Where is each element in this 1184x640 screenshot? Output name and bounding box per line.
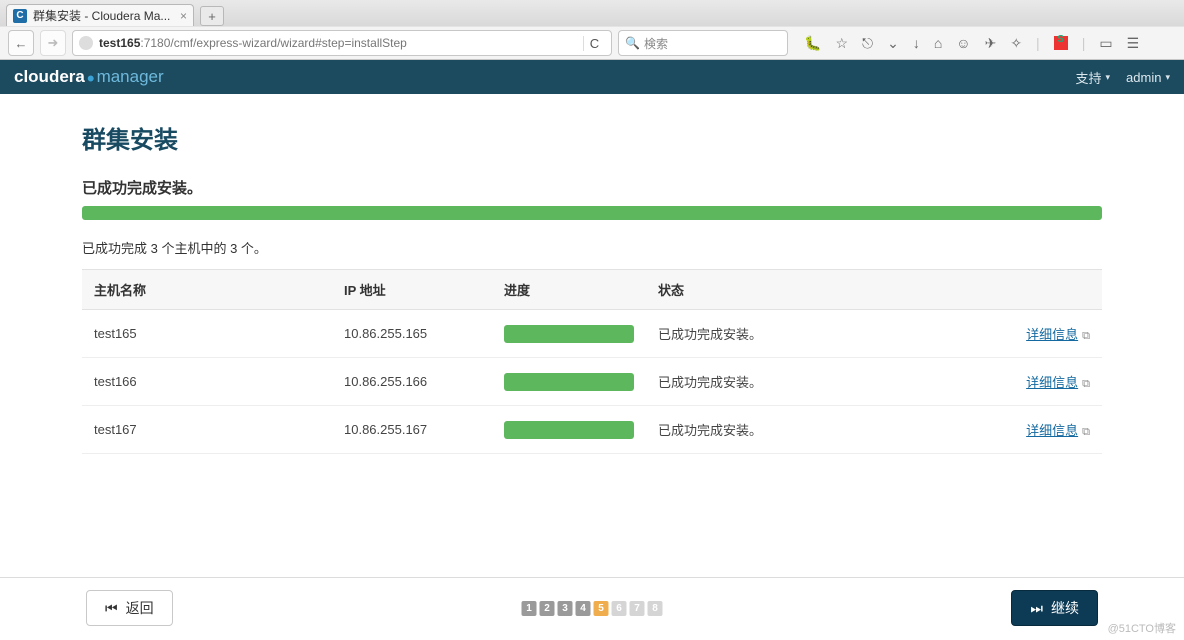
reload-icon[interactable]: C (583, 36, 605, 51)
admin-menu[interactable]: admin▾ (1126, 68, 1170, 87)
bookmark-star-icon[interactable]: ☆ (835, 35, 848, 52)
cell-ip: 10.86.255.165 (332, 310, 492, 358)
window-icon[interactable]: ▭ (1099, 35, 1112, 52)
download-icon[interactable]: ↓ (913, 35, 920, 51)
overall-progress-bar (82, 206, 1102, 220)
col-header-status[interactable]: 状态 (646, 270, 982, 310)
library-icon[interactable]: ⎋ (862, 35, 873, 52)
home-icon[interactable]: ⌂ (934, 35, 942, 51)
cell-status: 已成功完成安装。 (646, 406, 982, 454)
wizard-footer: ⏮ 返回 12345678 ⏭ 继续 (0, 577, 1184, 640)
support-menu[interactable]: 支持▾ (1076, 68, 1111, 87)
caret-down-icon: ▾ (1165, 72, 1170, 83)
snew-icon[interactable] (1054, 36, 1068, 50)
step-1[interactable]: 1 (522, 601, 537, 616)
cell-host: test166 (82, 358, 332, 406)
close-icon[interactable]: × (180, 9, 187, 23)
step-3[interactable]: 3 (558, 601, 573, 616)
col-header-ip[interactable]: IP 地址 (332, 270, 492, 310)
row-progress-bar (504, 325, 634, 343)
watermark: @51CTO博客 (1108, 620, 1176, 636)
col-header-progress[interactable]: 进度 (492, 270, 646, 310)
favicon-icon: C (13, 9, 27, 23)
page-title: 群集安装 (82, 120, 1102, 155)
app-header: cloudera• manager 支持▾ admin▾ (0, 60, 1184, 94)
cell-status: 已成功完成安装。 (646, 310, 982, 358)
external-icon: ⧉ (1082, 330, 1090, 342)
step-7[interactable]: 7 (630, 601, 645, 616)
table-row: test16710.86.255.167 已成功完成安装。 详细信息 ⧉ (82, 406, 1102, 454)
next-icon: ⏭ (1030, 600, 1043, 617)
site-identity-icon (79, 36, 93, 50)
step-indicator: 12345678 (522, 601, 663, 616)
row-progress-bar (504, 373, 634, 391)
summary-text: 已成功完成 3 个主机中的 3 个。 (82, 238, 1102, 257)
cell-host: test165 (82, 310, 332, 358)
cell-status: 已成功完成安装。 (646, 358, 982, 406)
step-6[interactable]: 6 (612, 601, 627, 616)
table-row: test16610.86.255.166 已成功完成安装。 详细信息 ⧉ (82, 358, 1102, 406)
external-icon: ⧉ (1082, 426, 1090, 438)
step-8[interactable]: 8 (648, 601, 663, 616)
detail-link[interactable]: 详细信息 (1026, 375, 1078, 390)
cell-ip: 10.86.255.166 (332, 358, 492, 406)
row-progress-bar (504, 421, 634, 439)
chat-icon[interactable]: ☺ (956, 35, 970, 51)
detail-link[interactable]: 详细信息 (1026, 423, 1078, 438)
toolbar-icons: 🐛 ☆ ⎋ ⌄ ↓ ⌂ ☺ ✈ ✧ | | ▭ ☰ (804, 35, 1139, 52)
hosts-table: 主机名称 IP 地址 进度 状态 test16510.86.255.165 已成功… (82, 269, 1102, 454)
col-header-host[interactable]: 主机名称 (82, 270, 332, 310)
new-tab-button[interactable]: + (200, 6, 224, 26)
send-icon[interactable]: ✈ (985, 35, 997, 52)
page-subtitle: 已成功完成安装。 (82, 177, 1102, 198)
browser-tab[interactable]: C 群集安装 - Cloudera Ma... × (6, 4, 194, 26)
search-placeholder: 検索 (644, 35, 668, 52)
cell-host: test167 (82, 406, 332, 454)
back-button[interactable]: ← (8, 30, 34, 56)
pocket-icon[interactable]: ⌄ (887, 35, 899, 52)
forward-button[interactable]: ➜ (40, 30, 66, 56)
caret-down-icon: ▾ (1106, 72, 1111, 83)
back-wizard-button[interactable]: ⏮ 返回 (86, 590, 173, 626)
main-content: 群集安装 已成功完成安装。 已成功完成 3 个主机中的 3 个。 主机名称 IP… (0, 94, 1184, 454)
browser-tab-strip: C 群集安装 - Cloudera Ma... × + (0, 0, 1184, 26)
search-icon: 🔍 (625, 36, 640, 50)
table-row: test16510.86.255.165 已成功完成安装。 详细信息 ⧉ (82, 310, 1102, 358)
extension-icon[interactable]: 🐛 (804, 35, 821, 52)
step-4[interactable]: 4 (576, 601, 591, 616)
dev-icon[interactable]: ✧ (1010, 35, 1022, 52)
search-box[interactable]: 🔍 検索 (618, 30, 788, 56)
continue-button[interactable]: ⏭ 继续 (1011, 590, 1098, 626)
step-2[interactable]: 2 (540, 601, 555, 616)
step-5[interactable]: 5 (594, 601, 609, 616)
browser-toolbar: ← ➜ test165:7180/cmf/express-wizard/wiza… (0, 26, 1184, 60)
tab-title: 群集安装 - Cloudera Ma... (33, 7, 170, 24)
cell-ip: 10.86.255.167 (332, 406, 492, 454)
external-icon: ⧉ (1082, 378, 1090, 390)
prev-icon: ⏮ (105, 600, 118, 617)
menu-icon[interactable]: ☰ (1127, 35, 1140, 52)
brand-logo[interactable]: cloudera• manager (14, 67, 164, 87)
url-bar[interactable]: test165:7180/cmf/express-wizard/wizard#s… (72, 30, 612, 56)
url-text: test165:7180/cmf/express-wizard/wizard#s… (99, 36, 407, 50)
detail-link[interactable]: 详细信息 (1026, 327, 1078, 342)
